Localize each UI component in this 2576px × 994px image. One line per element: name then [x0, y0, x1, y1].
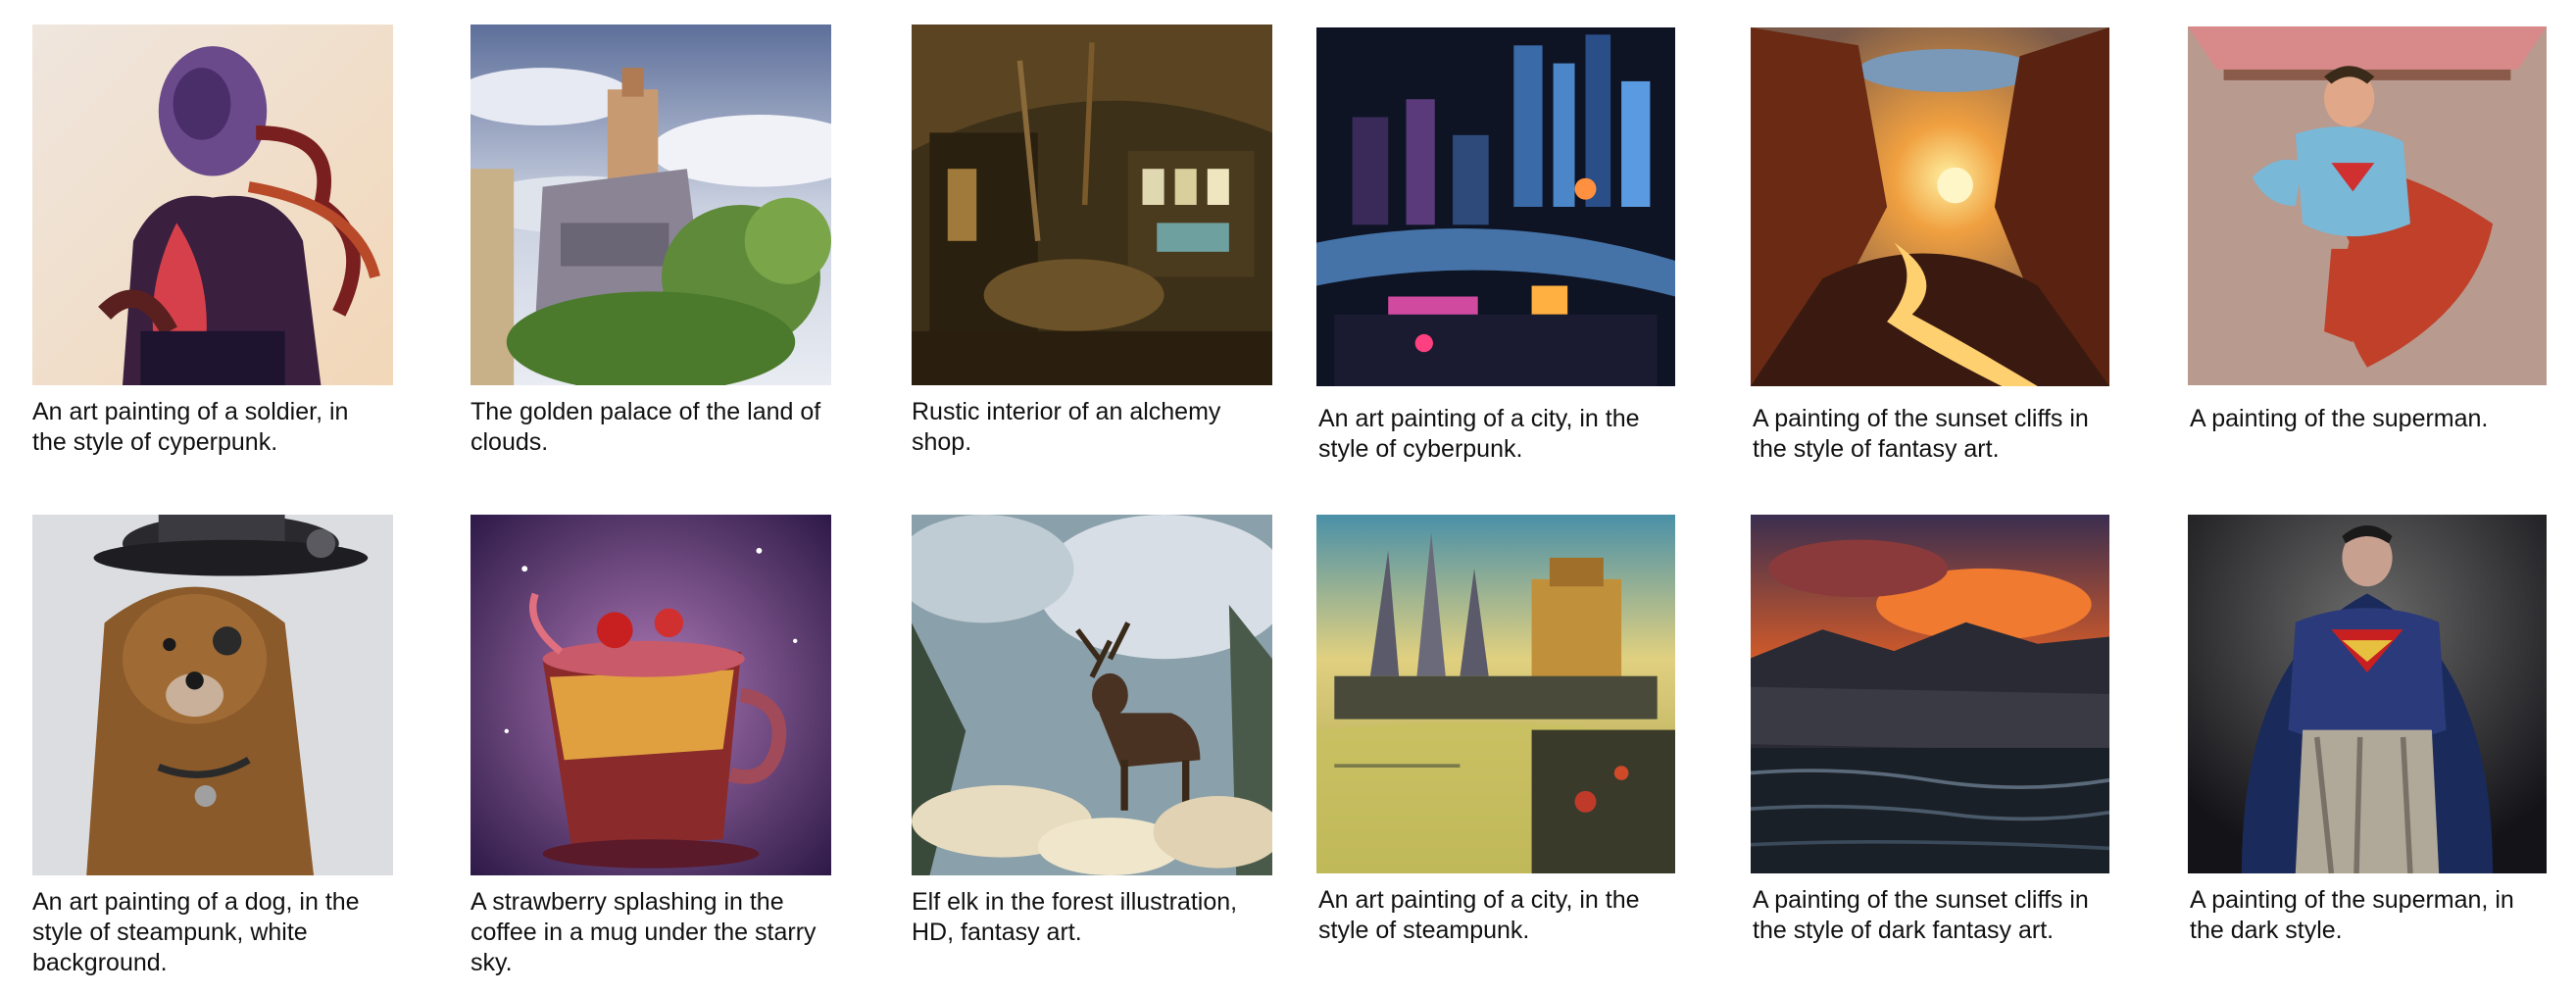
- dark-superman-painting: [2188, 515, 2547, 873]
- caption: An art painting of a city, in the style …: [1318, 405, 1640, 463]
- steampunk-dog-painting: [32, 515, 393, 875]
- caption: A painting of the superman.: [2190, 405, 2489, 432]
- cyberpunk-soldier-painting: [32, 25, 393, 385]
- elf-elk-painting: [912, 515, 1272, 875]
- caption: An art painting of a city, in the style …: [1318, 886, 1640, 944]
- caption: A painting of the sunset cliffs in the s…: [1753, 405, 2089, 463]
- strawberry-mug-painting: [471, 515, 831, 875]
- cyberpunk-city-painting: [1316, 27, 1675, 386]
- sunset-cliffs-painting: [1751, 27, 2109, 386]
- alchemy-shop-painting: [912, 25, 1272, 385]
- caption: The golden palace of the land of clouds.: [471, 398, 821, 456]
- caption: A painting of the sunset cliffs in the s…: [1753, 886, 2089, 944]
- caption: Rustic interior of an alchemy shop.: [912, 398, 1221, 456]
- caption: A painting of the superman, in the dark …: [2190, 886, 2514, 944]
- caption: An art painting of a soldier, in the sty…: [32, 398, 349, 456]
- dark-sunset-cliffs-painting: [1751, 515, 2109, 873]
- cloud-palace-painting: [471, 25, 831, 385]
- caption: A strawberry splashing in the coffee in …: [471, 888, 817, 976]
- superman-painting: [2188, 26, 2547, 385]
- caption: An art painting of a dog, in the style o…: [32, 888, 360, 976]
- steampunk-city-painting: [1316, 515, 1675, 873]
- caption: Elf elk in the forest illustration, HD, …: [912, 888, 1238, 946]
